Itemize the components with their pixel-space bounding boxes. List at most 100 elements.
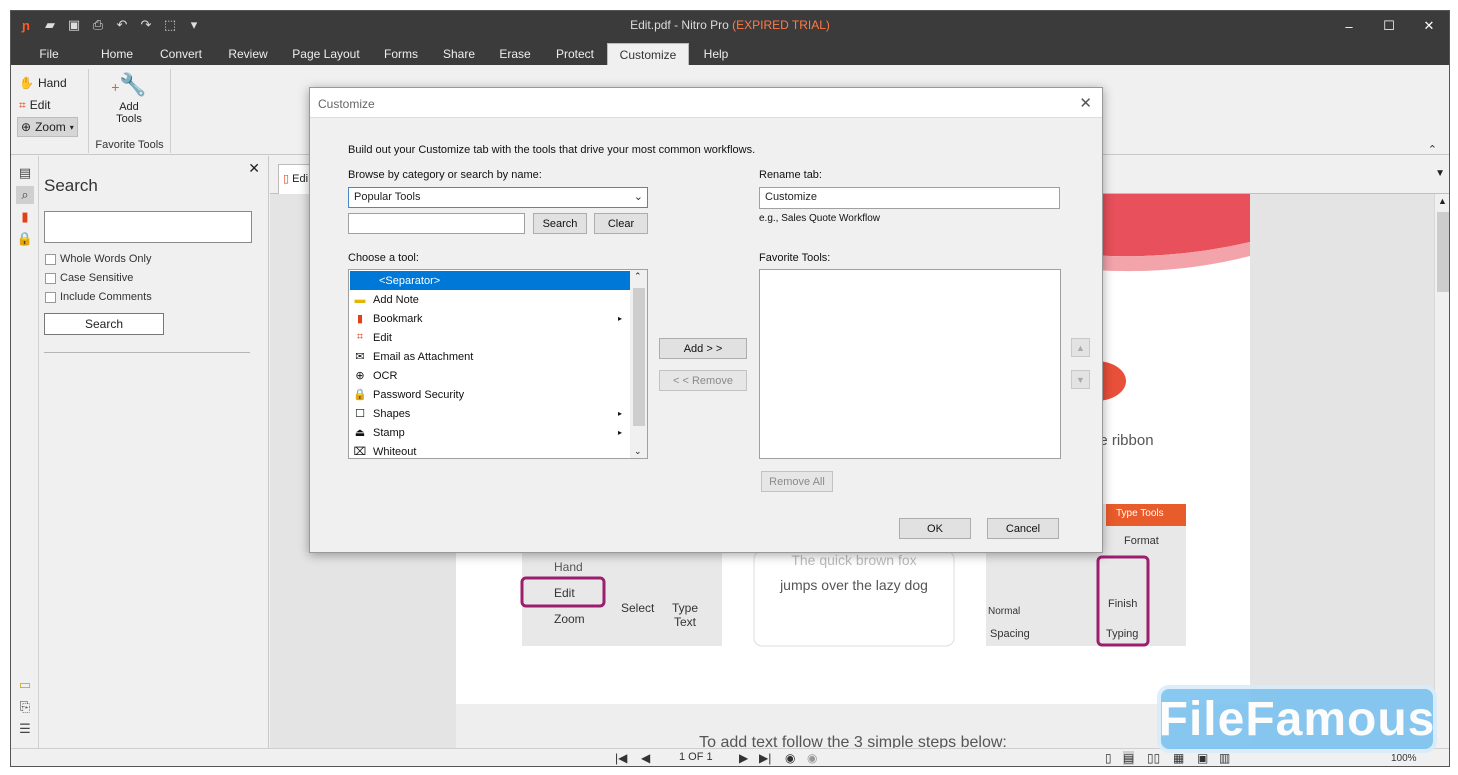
category-select[interactable]: Popular Tools ⌄ <box>348 187 648 208</box>
listbox-scrollbar[interactable]: ⌃ ⌄ <box>630 270 647 458</box>
tab-protect[interactable]: Protect <box>551 43 599 65</box>
search-panel-icon[interactable]: ⌕ <box>16 186 34 204</box>
security-icon[interactable]: 🔒 <box>16 230 34 248</box>
comments-icon[interactable]: ▭ <box>16 676 34 694</box>
list-item[interactable]: ▮ Bookmark ▸ <box>350 309 630 328</box>
scroll-thumb[interactable] <box>633 288 645 426</box>
mini-type-tools-label: Type Tools <box>1116 508 1164 519</box>
last-page-icon[interactable]: ▶| <box>759 751 771 765</box>
clear-button[interactable]: Clear <box>594 213 648 234</box>
search-panel-button[interactable]: Search <box>44 313 164 335</box>
mini-hand-label: Hand <box>554 560 583 574</box>
close-panel-icon[interactable]: ✕ <box>248 160 260 177</box>
zoom-level[interactable]: 100% <box>1391 753 1417 764</box>
title-bar: ɲ ▰ ▣ ⎙ ↶ ↷ ⬚ ▾ Edit.pdf - Nitro Pro (EX… <box>11 11 1449 41</box>
list-item[interactable]: ▬ Add Note <box>350 290 630 309</box>
collapse-ribbon-icon[interactable]: ⌃ <box>1428 143 1437 156</box>
list-item[interactable]: ☐ Shapes ▸ <box>350 404 630 423</box>
add-tools-label-1: Add <box>119 101 139 113</box>
first-page-icon[interactable]: |◀ <box>615 751 627 765</box>
tab-page-layout[interactable]: Page Layout <box>289 43 363 65</box>
continuous-view-icon[interactable]: ▤ <box>1123 751 1135 765</box>
tab-erase[interactable]: Erase <box>497 43 533 65</box>
close-window-button[interactable]: ✕ <box>1409 11 1449 41</box>
minimize-button[interactable]: – <box>1329 11 1369 41</box>
edit-button[interactable]: ⌗ Edit <box>19 95 50 115</box>
hand-button[interactable]: ✋ Hand <box>19 73 67 93</box>
maximize-button[interactable]: ☐ <box>1369 11 1409 41</box>
window-title-text: Edit.pdf - Nitro Pro <box>630 18 733 32</box>
tab-list-dropdown-icon[interactable]: ▼ <box>1435 168 1445 179</box>
list-item-label: Add Note <box>373 293 419 306</box>
remove-all-button[interactable]: Remove All <box>761 471 833 492</box>
case-sensitive-checkbox[interactable]: Case Sensitive <box>45 272 133 284</box>
tab-file[interactable]: File <box>31 43 67 65</box>
list-item[interactable]: ⊕ OCR <box>350 366 630 385</box>
tab-convert[interactable]: Convert <box>155 43 207 65</box>
ocr-icon: ⊕ <box>355 370 365 382</box>
pages-icon[interactable]: ▤ <box>16 164 34 182</box>
include-comments-checkbox[interactable]: Include Comments <box>45 291 152 303</box>
list-item[interactable]: ⏏ Stamp ▸ <box>350 423 630 442</box>
list-item[interactable]: <Separator> <box>350 271 630 290</box>
facing-view-icon[interactable]: ▯▯ <box>1147 751 1160 765</box>
favorite-tools-listbox[interactable] <box>759 269 1061 459</box>
list-item[interactable]: 🔒 Password Security <box>350 385 630 404</box>
add-tools-button[interactable]: +🔧 Add Tools <box>89 71 169 133</box>
list-item[interactable]: ⌧ Whiteout <box>350 442 630 459</box>
dialog-intro: Build out your Customize tab with the to… <box>348 144 756 156</box>
stamp-icon: ⏏ <box>354 427 366 439</box>
tab-review[interactable]: Review <box>224 43 272 65</box>
dialog-title-bar: Customize ✕ <box>310 88 1102 118</box>
fit-screen-icon[interactable]: ▣ <box>1197 751 1208 765</box>
ok-button[interactable]: OK <box>899 518 971 539</box>
forward-view-icon[interactable]: ◉ <box>807 751 817 765</box>
vertical-scrollbar[interactable]: ▲ <box>1434 194 1449 748</box>
search-input[interactable] <box>44 211 252 243</box>
search-button[interactable]: Search <box>533 213 587 234</box>
lock-icon: 🔒 <box>353 389 367 401</box>
add-button[interactable]: Add > > <box>659 338 747 359</box>
cancel-button[interactable]: Cancel <box>987 518 1059 539</box>
next-page-icon[interactable]: ▶ <box>739 751 748 765</box>
rename-tab-input[interactable]: Customize <box>759 187 1060 209</box>
mini-spacing-label: Spacing <box>990 628 1030 640</box>
zoom-button[interactable]: ⊕ Zoom ▾ <box>17 117 78 137</box>
single-page-view-icon[interactable]: ▯ <box>1105 751 1112 765</box>
tab-share[interactable]: Share <box>439 43 479 65</box>
watermark-logo: FileFamous <box>1157 685 1437 753</box>
add-tools-label-2: Tools <box>116 113 142 125</box>
tab-customize[interactable]: Customize <box>607 43 689 65</box>
scroll-up-icon[interactable]: ▲ <box>1438 196 1447 206</box>
window-title: Edit.pdf - Nitro Pro (EXPIRED TRIAL) <box>11 18 1449 32</box>
list-item[interactable]: ⌗ Edit <box>350 328 630 347</box>
previous-page-icon[interactable]: ◀ <box>641 751 650 765</box>
tab-forms[interactable]: Forms <box>381 43 421 65</box>
tab-home[interactable]: Home <box>97 43 137 65</box>
case-sensitive-label: Case Sensitive <box>60 272 134 284</box>
scroll-thumb[interactable] <box>1437 212 1449 292</box>
dialog-close-icon[interactable]: ✕ <box>1079 94 1092 112</box>
dialog-title: Customize <box>318 97 375 111</box>
facing-continuous-icon[interactable]: ▦ <box>1173 751 1184 765</box>
page-indicator[interactable]: 1 OF 1 <box>679 751 713 763</box>
output-icon[interactable]: ☰ <box>16 720 34 738</box>
mini-typing-label: Typing <box>1106 628 1139 640</box>
move-down-button[interactable]: ▼ <box>1071 370 1090 389</box>
whiteout-icon: ⌧ <box>353 446 367 458</box>
scroll-up-icon[interactable]: ⌃ <box>634 271 642 282</box>
bookmarks-icon[interactable]: ▮ <box>16 208 34 226</box>
tool-search-input[interactable] <box>348 213 525 234</box>
back-view-icon[interactable]: ◉ <box>785 751 795 765</box>
whole-words-checkbox[interactable]: Whole Words Only <box>45 253 152 265</box>
attachments-icon[interactable]: ⎘ <box>16 698 34 716</box>
scroll-down-icon[interactable]: ⌄ <box>634 446 642 457</box>
remove-button[interactable]: < < Remove <box>659 370 747 391</box>
fit-width-icon[interactable]: ▥ <box>1219 751 1230 765</box>
list-item[interactable]: ✉ Email as Attachment <box>350 347 630 366</box>
chevron-down-icon: ⌄ <box>633 191 643 203</box>
tool-listbox[interactable]: <Separator> ▬ Add Note ▮ Bookmark ▸ ⌗ Edit ✉… <box>348 269 648 459</box>
pdf-icon: ▯ <box>283 173 290 185</box>
move-up-button[interactable]: ▲ <box>1071 338 1090 357</box>
tab-help[interactable]: Help <box>699 43 733 65</box>
